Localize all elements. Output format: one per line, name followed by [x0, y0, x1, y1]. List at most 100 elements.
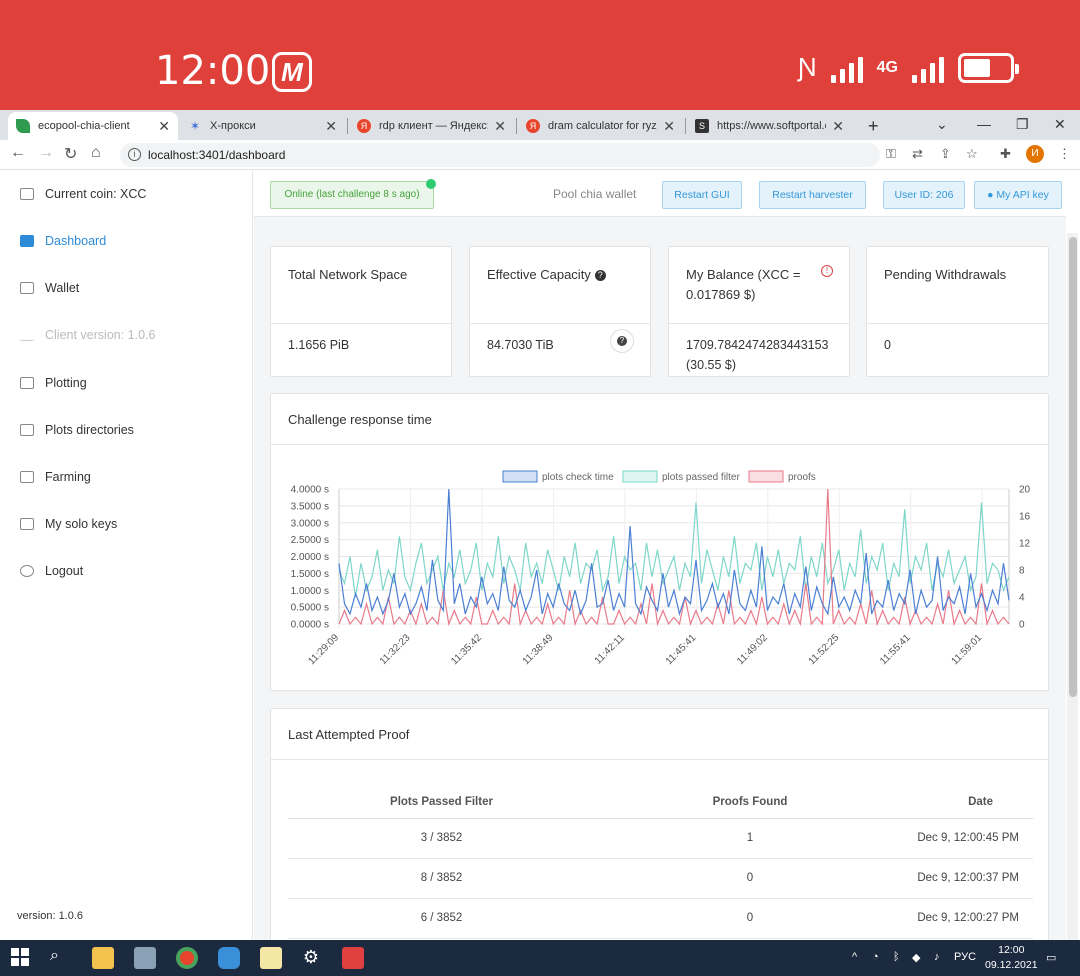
back-icon[interactable]: ←	[10, 144, 26, 162]
y2-tick-label: 8	[1019, 566, 1025, 577]
tab-softportal[interactable]: S https://www.softportal.co ✕	[687, 112, 852, 140]
phone-status-icons: Ɲ 4G	[797, 52, 1019, 83]
share-icon[interactable]: ⇪	[940, 146, 951, 162]
menu-dots-icon[interactable]: ⋮	[1058, 146, 1071, 162]
anydesk-tray-icon[interactable]: ◆	[912, 951, 920, 964]
sidebar-item-plots-directories[interactable]: Plots directories	[20, 423, 134, 437]
pool-wallet-link[interactable]: Pool chia wallet	[553, 187, 636, 201]
minimize-button[interactable]: —	[977, 110, 991, 138]
softportal-favicon-icon: S	[695, 119, 709, 133]
sidebar-item-wallet[interactable]: Wallet	[20, 281, 79, 295]
nfc-icon: Ɲ	[797, 52, 817, 82]
api-key-button[interactable]: ● My API key	[974, 181, 1062, 209]
sidebar-item-current-coin[interactable]: Current coin: XCC	[20, 187, 146, 201]
table-row: 6 / 3852 0 Dec 9, 12:00:27 PM	[288, 898, 1033, 939]
last-proof-card: Last Attempted Proof Plots Passed Filter…	[270, 708, 1049, 940]
dashboard-main: Online (last challenge 8 s ago) Pool chi…	[254, 171, 1066, 940]
tab-rdp-client[interactable]: Я rdp клиент — Яндекс: на ✕	[349, 112, 514, 140]
forward-icon[interactable]: →	[38, 144, 54, 162]
user-id-button[interactable]: User ID: 206	[883, 181, 965, 209]
notifications-icon[interactable]: ▭	[1046, 951, 1056, 964]
section-title: Last Attempted Proof	[288, 727, 410, 742]
taskbar-clock[interactable]: 12:00 09.12.2021	[985, 943, 1038, 973]
tab-title: rdp клиент — Яндекс: на	[379, 120, 489, 132]
page-scrollbar[interactable]	[1067, 233, 1078, 940]
tab-ecopool[interactable]: ecopool-chia-client ✕	[8, 112, 178, 140]
scrollbar-thumb[interactable]	[1069, 237, 1077, 697]
translate-icon[interactable]: ⇄	[912, 146, 923, 162]
tab-search-icon[interactable]: ⌄	[936, 110, 948, 138]
notepad-icon[interactable]	[260, 947, 282, 969]
sidebar-item-client-version: Client version: 1.0.6	[20, 328, 155, 342]
sidebar-item-my-solo-keys[interactable]: My solo keys	[20, 517, 117, 531]
tab-x-proxy[interactable]: ✶ X-прокси ✕	[180, 112, 345, 140]
close-tab-icon[interactable]: ✕	[158, 118, 170, 135]
restore-button[interactable]: ❐	[1016, 110, 1029, 138]
signal-bars-2-icon	[912, 53, 944, 83]
app-icon[interactable]	[218, 947, 240, 969]
bookmark-star-icon[interactable]: ☆	[966, 146, 978, 162]
stat-value: 1709.7842474283443153 (30.55 $)	[686, 338, 829, 372]
plotting-icon	[20, 377, 34, 389]
extensions-icon[interactable]: ✚	[1000, 146, 1011, 162]
x-tick-label: 11:38:49	[521, 632, 556, 667]
stat-title: Effective Capacity?	[487, 265, 606, 285]
capacity-help-button[interactable]: ?	[610, 329, 634, 353]
restart-harvester-button[interactable]: Restart harvester	[759, 181, 866, 209]
close-tab-icon[interactable]: ✕	[832, 118, 844, 135]
y2-tick-label: 12	[1019, 539, 1031, 550]
stat-title: My Balance (XCC = 0.017869 $)	[686, 267, 801, 302]
sidebar-item-plotting[interactable]: Plotting	[20, 376, 87, 390]
challenge-chart: plots check time plots passed filter proof…	[291, 470, 1031, 667]
sidebar-item-dashboard[interactable]: Dashboard	[20, 234, 106, 248]
tab-dram-calculator[interactable]: Я dram calculator for ryzen ✕	[518, 112, 683, 140]
home-icon[interactable]: ⌂	[91, 144, 101, 162]
restart-gui-button[interactable]: Restart GUI	[662, 181, 742, 209]
y-tick-label: 4.0000 s	[291, 485, 329, 496]
profile-avatar[interactable]: И	[1026, 145, 1044, 163]
language-indicator[interactable]: РУС	[954, 951, 976, 963]
dashboard-topbar: Online (last challenge 8 s ago) Pool chi…	[254, 171, 1066, 217]
info-icon[interactable]: !	[821, 265, 833, 277]
sidebar-item-farming[interactable]: Farming	[20, 470, 91, 484]
tab-title: dram calculator for ryzen	[548, 120, 658, 132]
signal-bars-icon	[830, 53, 863, 83]
address-field[interactable]: i localhost:3401/dashboard	[120, 143, 880, 167]
close-window-button[interactable]: ✕	[1054, 110, 1066, 138]
wifi-icon[interactable]: ◔	[872, 951, 879, 963]
close-tab-icon[interactable]: ✕	[663, 118, 675, 135]
sidebar-item-logout[interactable]: Logout	[20, 564, 83, 578]
search-icon[interactable]: ⌕	[50, 947, 72, 969]
file-explorer-icon[interactable]	[92, 947, 114, 969]
tab-title: ecopool-chia-client	[38, 120, 130, 132]
sidebar-item-label: Wallet	[45, 281, 80, 295]
start-button[interactable]	[10, 947, 32, 969]
remote-desktop-icon[interactable]	[134, 947, 156, 969]
chrome-icon[interactable]	[176, 947, 198, 969]
new-tab-button[interactable]: +	[860, 112, 884, 140]
leaf-favicon-icon	[16, 119, 30, 133]
reload-icon[interactable]: ↻	[64, 144, 77, 164]
x-tick-label: 11:45:41	[664, 632, 699, 667]
anydesk-icon[interactable]	[342, 947, 364, 969]
sidebar-item-label: Plots directories	[45, 423, 134, 437]
tray-chevron-icon[interactable]: ^	[852, 951, 857, 963]
lock-icon	[20, 518, 34, 530]
close-tab-icon[interactable]: ✕	[325, 118, 337, 135]
sidebar: Current coin: XCC Dashboard Wallet Clien…	[0, 171, 253, 940]
stat-value: 1.1656 PiB	[288, 338, 350, 352]
stat-value: 0	[884, 338, 891, 352]
x-tick-label: 11:52:25	[807, 632, 842, 667]
help-icon[interactable]: ?	[594, 270, 606, 282]
bluetooth-icon[interactable]: ᛒ	[893, 951, 900, 963]
y2-tick-label: 0	[1019, 620, 1025, 631]
challenge-chart-card: Challenge response time plots check time…	[270, 393, 1049, 691]
close-tab-icon[interactable]: ✕	[494, 118, 506, 135]
site-info-icon[interactable]: i	[128, 148, 141, 161]
settings-gear-icon[interactable]: ⚙	[300, 947, 322, 969]
table-cell: 1	[595, 818, 905, 859]
x-tick-label: 11:35:42	[449, 632, 484, 667]
volume-icon[interactable]: ♪	[934, 951, 940, 963]
key-icon[interactable]: ⚿	[886, 146, 896, 162]
y2-tick-label: 20	[1019, 485, 1031, 496]
